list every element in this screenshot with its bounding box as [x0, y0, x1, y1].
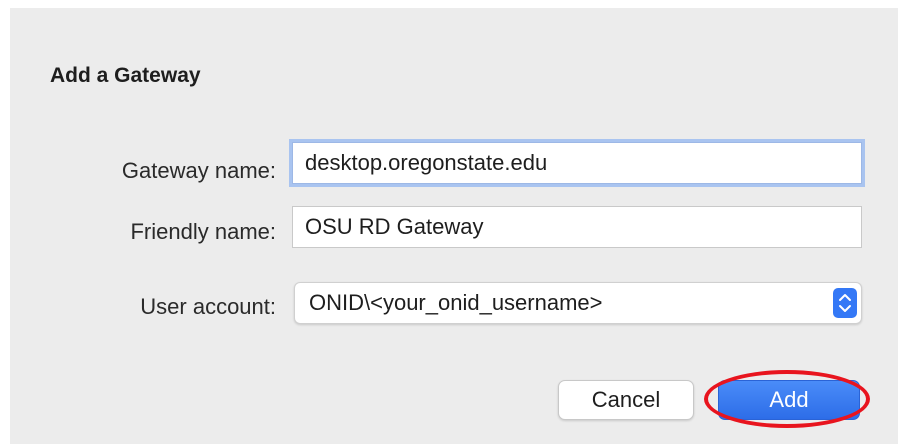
gateway-name-input[interactable]: desktop.oregonstate.edu	[292, 142, 862, 184]
chevron-up-down-icon[interactable]	[833, 288, 857, 318]
user-account-label: User account:	[140, 294, 276, 319]
user-account-select[interactable]: ONID\<your_onid_username>	[294, 282, 862, 324]
friendly-name-input[interactable]: OSU RD Gateway	[292, 206, 862, 248]
add-button[interactable]: Add	[718, 380, 860, 420]
add-gateway-dialog: Add a Gateway Gateway name: desktop.oreg…	[10, 8, 898, 444]
dialog-title: Add a Gateway	[50, 64, 201, 87]
user-account-value: ONID\<your_onid_username>	[309, 290, 603, 315]
friendly-name-label: Friendly name:	[130, 219, 276, 244]
cancel-button[interactable]: Cancel	[558, 380, 694, 420]
gateway-name-label: Gateway name:	[121, 158, 276, 183]
